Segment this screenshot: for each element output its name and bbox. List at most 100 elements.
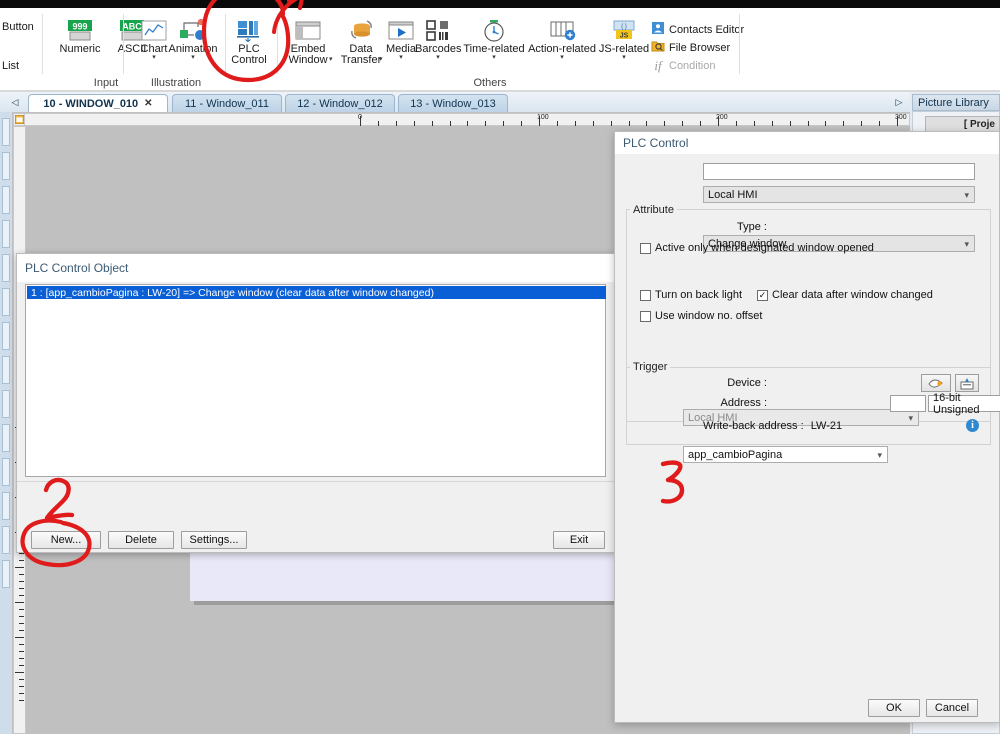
contacts-editor-icon xyxy=(651,21,665,38)
checkbox-turn-on-back-light[interactable]: Turn on back light xyxy=(640,289,742,301)
list-item[interactable]: 1 : [app_cambioPagina : LW-20] => Change… xyxy=(27,286,606,299)
device-select[interactable]: Local HMI ▾ xyxy=(703,186,975,203)
horizontal-ruler: 0 100 200 300 400 xyxy=(24,113,910,126)
ruler-tick xyxy=(897,116,898,126)
ribbon-command-file-browser[interactable]: File Browser xyxy=(651,39,730,56)
dock-panel-tab-4[interactable] xyxy=(2,220,10,248)
trigger-address-select[interactable]: app_cambioPagina ▾ xyxy=(683,446,888,463)
chevron-down-icon[interactable]: ▾ xyxy=(415,54,461,61)
ruler-tick xyxy=(360,116,361,126)
ribbon-button-embed-window-label2: Window xyxy=(288,54,328,66)
ruler-tick xyxy=(879,121,881,126)
ruler-tick xyxy=(646,121,648,126)
chevron-down-icon[interactable]: ▾ xyxy=(597,54,651,61)
ruler-tick xyxy=(574,121,576,126)
ruler-tick xyxy=(431,121,433,126)
ruler-tick xyxy=(521,121,523,126)
ruler-tick xyxy=(753,121,755,126)
tab-scroll-right-button[interactable]: ▷ xyxy=(892,95,906,109)
tab-scroll-left-button[interactable]: ◁ xyxy=(8,95,22,109)
dock-panel-tab-11[interactable] xyxy=(2,458,10,486)
delete-button[interactable]: Delete xyxy=(108,531,174,549)
checkbox-active-only-when-designated-window-opened[interactable]: Active only when designated window opene… xyxy=(640,242,874,254)
new-button[interactable]: New... xyxy=(31,531,101,549)
dock-panel-tab-13[interactable] xyxy=(2,526,10,554)
ribbon-button-animation[interactable]: Animation ▾ xyxy=(163,18,223,61)
ribbon-button-numeric[interactable]: 999 Numeric xyxy=(54,18,106,55)
dock-panel-tab-5[interactable] xyxy=(2,254,10,282)
checkbox-clear-data-after-window-changed[interactable]: ✓ Clear data after window changed xyxy=(757,289,933,301)
ribbon-group-divider xyxy=(42,14,43,74)
tab-window-012[interactable]: 12 - Window_012 xyxy=(285,94,395,112)
plc-control-dialog[interactable]: PLC Control Comment : Device : Local HMI… xyxy=(614,131,1000,723)
plc-control-object-dialog[interactable]: PLC Control Object 1 : [app_cambioPagina… xyxy=(16,253,615,553)
ruler-tick xyxy=(735,121,737,126)
vertical-ruler-tick xyxy=(15,567,24,568)
dock-panel-tab-7[interactable] xyxy=(2,322,10,350)
ribbon-label-button[interactable]: Button xyxy=(2,21,34,33)
dock-panel-tab-8[interactable] xyxy=(2,356,10,384)
plc-control-object-list[interactable]: 1 : [app_cambioPagina : LW-20] => Change… xyxy=(25,284,606,477)
ruler-tick xyxy=(467,121,469,126)
plc-control-dialog-title: PLC Control xyxy=(623,136,689,150)
dock-panel-tab-2[interactable] xyxy=(2,152,10,180)
info-icon[interactable]: i xyxy=(966,419,979,432)
trigger-address-pick-button[interactable] xyxy=(955,374,979,392)
picture-library-project-button[interactable]: [ Proje xyxy=(925,116,1000,132)
trigger-device-settings-button[interactable] xyxy=(921,374,951,392)
trigger-address-index-input[interactable] xyxy=(890,395,926,412)
svg-text:JS: JS xyxy=(620,32,629,39)
vertical-ruler-tick xyxy=(19,679,24,680)
dock-panel-tab-10[interactable] xyxy=(2,424,10,452)
checkbox-use-window-no-offset[interactable]: Use window no. offset xyxy=(640,310,762,322)
checkbox-label: Turn on back light xyxy=(655,289,743,301)
checkbox-box[interactable] xyxy=(640,242,651,254)
ribbon-button-embed-window[interactable]: Embed Window xyxy=(280,18,336,66)
chevron-down-icon[interactable]: ▾ xyxy=(329,56,333,63)
tab-window-010[interactable]: 10 - WINDOW_010 ✕ xyxy=(28,94,168,112)
chevron-down-icon[interactable]: ▾ xyxy=(461,54,527,61)
close-icon[interactable]: ✕ xyxy=(144,98,152,109)
vertical-ruler-tick xyxy=(19,616,24,617)
tab-window-013[interactable]: 13 - Window_013 xyxy=(398,94,508,112)
dock-panel-tab-6[interactable] xyxy=(2,288,10,316)
checkbox-box[interactable]: ✓ xyxy=(757,289,768,301)
dock-panel-tab-3[interactable] xyxy=(2,186,10,214)
vertical-ruler-tick xyxy=(19,560,24,561)
dock-panel-tab-1[interactable] xyxy=(2,118,10,146)
vertical-ruler-tick xyxy=(19,658,24,659)
dock-panel-tab-12[interactable] xyxy=(2,492,10,520)
checkbox-box[interactable] xyxy=(640,310,651,322)
svg-text:{ }: { } xyxy=(621,24,627,30)
checkbox-box[interactable] xyxy=(640,289,651,301)
ok-button[interactable]: OK xyxy=(868,699,920,717)
tab-window-011[interactable]: 11 - Window_011 xyxy=(172,94,282,112)
ribbon-button-time-related[interactable]: Time-related ▾ xyxy=(461,18,527,61)
js-related-icon: { } JS xyxy=(597,18,651,44)
cancel-button[interactable]: Cancel xyxy=(926,699,978,717)
ribbon-button-action-related[interactable]: Action-related ▾ xyxy=(527,18,597,61)
ruler-tick xyxy=(592,121,594,126)
ruler-tick xyxy=(539,116,540,126)
dock-panel-tab-14[interactable] xyxy=(2,560,10,588)
ribbon-group-divider-4 xyxy=(277,14,278,74)
comment-input[interactable] xyxy=(703,163,975,180)
dock-panel-tab-9[interactable] xyxy=(2,390,10,418)
settings-button[interactable]: Settings... xyxy=(181,531,247,549)
tab-window-011-label: 11 - Window_011 xyxy=(185,97,269,110)
chevron-down-icon[interactable]: ▾ xyxy=(527,54,597,61)
chevron-down-icon[interactable]: ▾ xyxy=(163,54,223,61)
ribbon-command-contacts-editor[interactable]: Contacts Editor xyxy=(651,21,744,38)
ruler-tick xyxy=(485,121,487,126)
plc-control-object-title: PLC Control Object xyxy=(25,261,129,275)
data-transfer-icon xyxy=(336,18,386,44)
ribbon-button-barcodes[interactable]: Barcodes ▾ xyxy=(415,18,461,61)
time-related-icon xyxy=(461,18,527,44)
ribbon-button-plc-control[interactable]: PLC Control xyxy=(226,18,272,66)
exit-button[interactable]: Exit xyxy=(553,531,605,549)
ribbon-label-list[interactable]: List xyxy=(2,60,19,72)
ruler-tick xyxy=(556,121,558,126)
trigger-address-select-value: app_cambioPagina xyxy=(688,448,783,461)
picture-library-header[interactable]: Picture Library xyxy=(912,94,1000,111)
ribbon-button-js-related[interactable]: { } JS JS-related ▾ xyxy=(597,18,651,61)
